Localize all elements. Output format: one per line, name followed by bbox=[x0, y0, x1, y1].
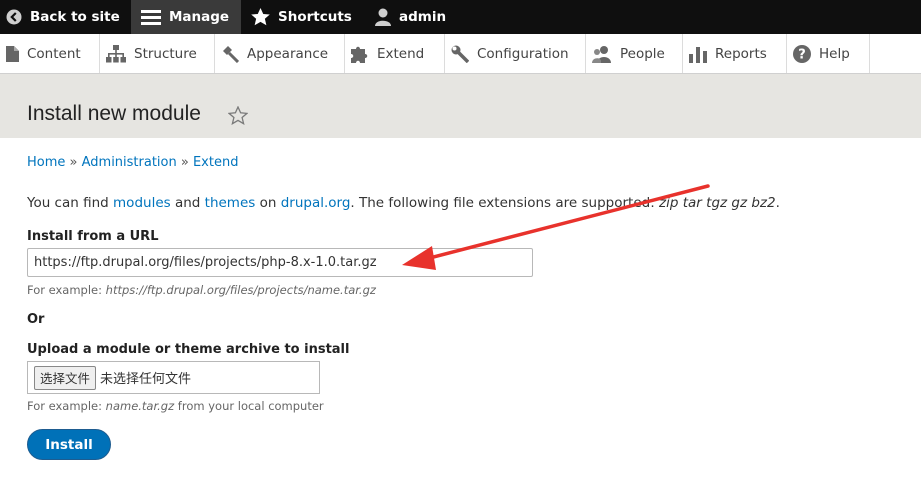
annotation-arrow-icon bbox=[402, 184, 710, 270]
